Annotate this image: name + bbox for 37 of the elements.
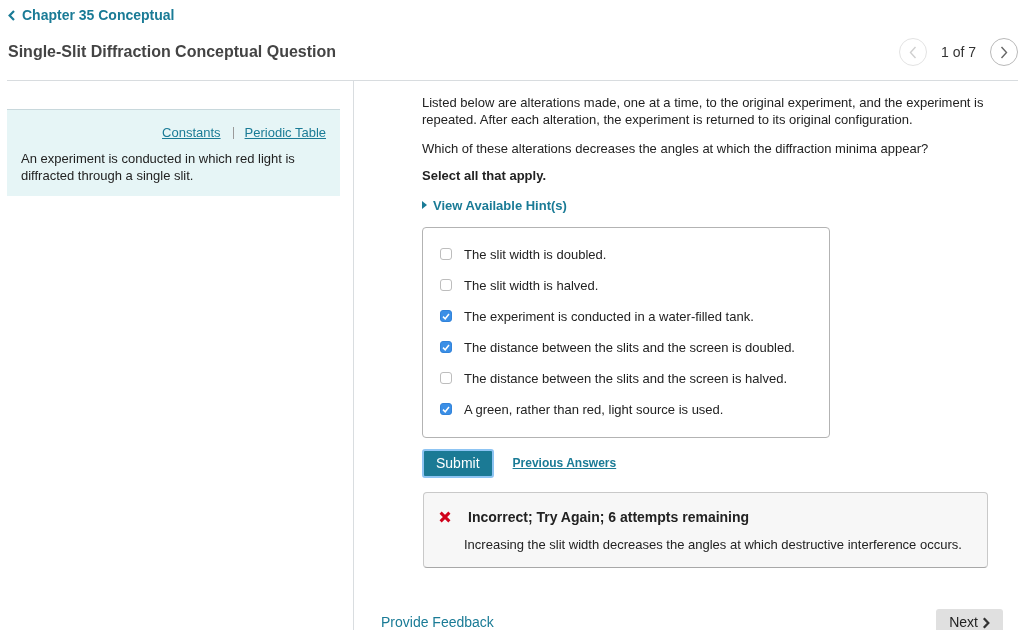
next-button[interactable]: Next bbox=[936, 609, 1003, 630]
instruction-text: Select all that apply. bbox=[422, 167, 548, 184]
checkbox[interactable] bbox=[440, 341, 452, 353]
option-label: The distance between the slits and the screen is doubled. bbox=[464, 338, 795, 356]
chevron-left-icon bbox=[8, 9, 15, 21]
previous-answers-link[interactable]: Previous Answers bbox=[512, 456, 617, 470]
checkmark-icon bbox=[442, 312, 450, 320]
checkbox[interactable] bbox=[440, 310, 452, 322]
page-indicator: 1 of 7 bbox=[940, 43, 976, 61]
checkmark-icon bbox=[442, 405, 450, 413]
option-label: The slit width is halved. bbox=[464, 276, 599, 294]
hint-link[interactable]: View Available Hint(s) bbox=[422, 196, 567, 214]
feedback-message: Increasing the slit width decreases the angles at which destructive interference occurs. bbox=[464, 535, 963, 553]
question-text: Listed below are alterations made, one at a time, to the original experiment, and the experiment is repeated. After each alteration, the experiment is returned to its original configuration. bbox=[422, 94, 985, 128]
checkmark-icon bbox=[442, 343, 450, 351]
checkbox[interactable] bbox=[440, 403, 452, 415]
question-title: Single-Slit Diffraction Conceptual Question bbox=[8, 42, 336, 62]
checkbox[interactable] bbox=[440, 248, 452, 260]
option-label: A green, rather than red, light source is used. bbox=[464, 400, 724, 418]
option-label: The experiment is conducted in a water-filled tank. bbox=[464, 307, 754, 325]
provide-feedback-link[interactable]: Provide Feedback bbox=[381, 609, 494, 630]
resource-link[interactable]: Periodic Table bbox=[244, 124, 326, 141]
chevron-right-icon bbox=[1000, 45, 1008, 59]
problem-intro-text: An experiment is conducted in which red light is diffracted through a single slit. bbox=[21, 150, 296, 184]
checkbox[interactable] bbox=[440, 279, 452, 291]
next-page-button[interactable] bbox=[990, 38, 1018, 66]
cross-icon bbox=[439, 511, 451, 523]
checkbox[interactable] bbox=[440, 372, 452, 384]
chevron-left-icon bbox=[908, 45, 917, 59]
option-label: The distance between the slits and the screen is halved. bbox=[464, 369, 788, 387]
resource-link[interactable]: Constants bbox=[162, 124, 221, 141]
option-label: The slit width is doubled. bbox=[464, 245, 607, 263]
feedback-title: Incorrect; Try Again; 6 attempts remaining bbox=[468, 508, 750, 526]
breadcrumb-link[interactable]: Chapter 35 Conceptual bbox=[8, 6, 175, 24]
submit-button[interactable]: Submit bbox=[422, 448, 494, 478]
question-text: Which of these alterations decreases the angles at which the diffraction minima appear? bbox=[422, 140, 930, 157]
chevron-right-icon bbox=[982, 617, 990, 629]
